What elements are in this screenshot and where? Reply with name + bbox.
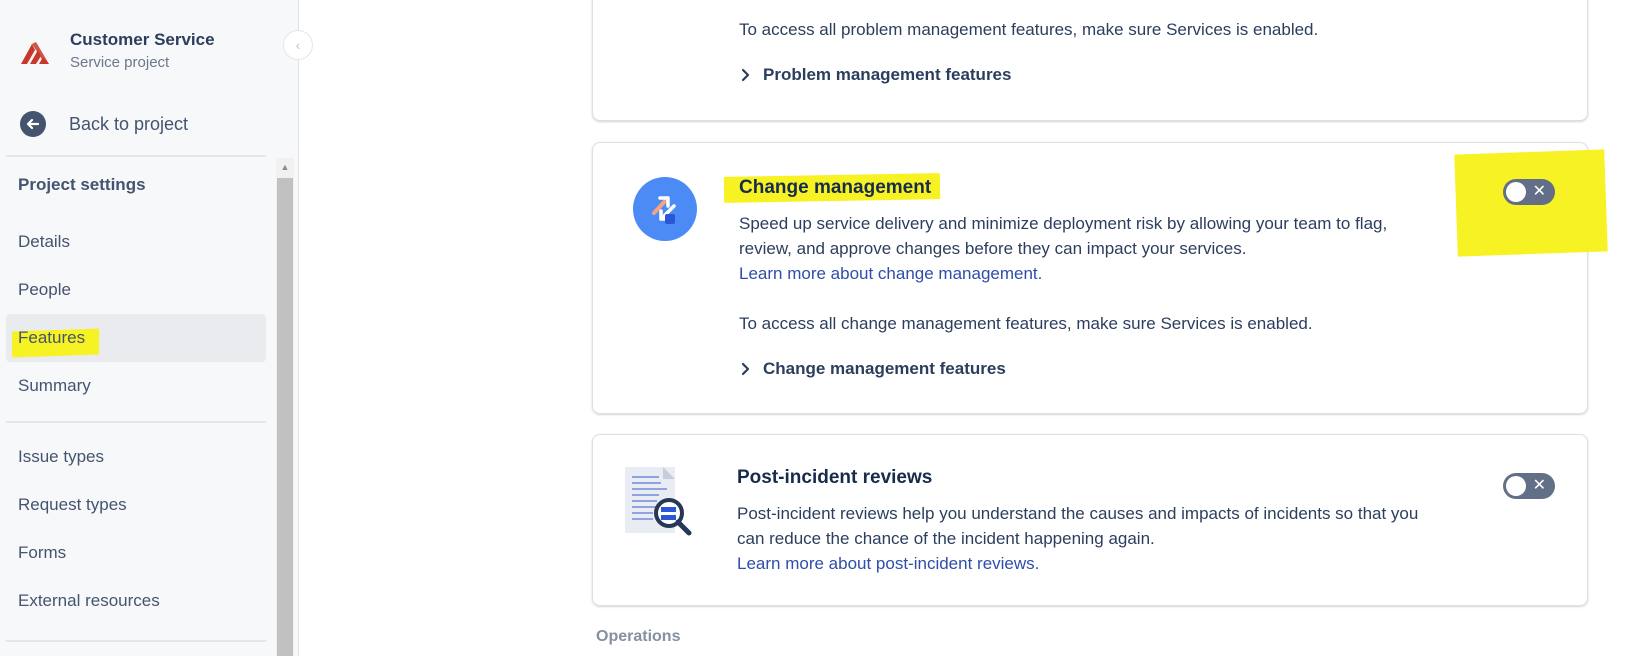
- project-logo-icon: [21, 42, 49, 64]
- post-incident-reviews-title: Post-incident reviews: [737, 467, 933, 488]
- sidebar-item-summary[interactable]: Summary: [6, 362, 266, 410]
- sidebar-item-external-resources[interactable]: External resources: [6, 577, 266, 625]
- scroll-up-arrow-icon[interactable]: ▲: [276, 158, 294, 176]
- change-access-text: To access all change management features…: [739, 314, 1313, 333]
- sidebar-divider: [6, 640, 266, 642]
- toggle-knob: [1506, 182, 1526, 202]
- close-icon: ✕: [1532, 477, 1546, 494]
- change-features-expander[interactable]: Change management features: [739, 359, 1006, 379]
- expander-label: Problem management features: [763, 65, 1012, 84]
- sidebar-item-label: People: [18, 280, 71, 299]
- sidebar-item-label: Summary: [18, 376, 91, 395]
- change-description-line1: Speed up service delivery and minimize d…: [739, 214, 1388, 233]
- sidebar-item-label: Issue types: [18, 447, 104, 466]
- close-icon: ✕: [1532, 183, 1546, 200]
- sidebar-scrollbar[interactable]: ▲: [276, 158, 294, 656]
- learn-more-change-link[interactable]: Learn more about change management.: [739, 261, 1042, 286]
- app: Customer Service Service project Back to…: [0, 0, 1642, 656]
- document-magnifier-icon: [625, 467, 692, 536]
- pir-description-line1: Post-incident reviews help you understan…: [737, 504, 1419, 523]
- sidebar-item-forms[interactable]: Forms: [6, 529, 266, 577]
- sidebar-divider: [6, 421, 266, 423]
- project-settings-heading: Project settings: [18, 175, 146, 194]
- sidebar-item-label: External resources: [18, 591, 160, 610]
- post-incident-reviews-toggle[interactable]: ✕: [1503, 473, 1555, 499]
- operations-section-heading: Operations: [596, 628, 681, 645]
- change-management-title: Change management: [739, 177, 932, 198]
- back-to-project-label: Back to project: [69, 113, 189, 134]
- sidebar-item-people[interactable]: People: [6, 266, 266, 314]
- learn-more-pir-link[interactable]: Learn more about post-incident reviews.: [737, 551, 1039, 576]
- change-arrows-icon: [633, 177, 697, 241]
- problem-management-card: To access all problem management feature…: [592, 0, 1588, 121]
- sidebar-item-request-types[interactable]: Request types: [6, 481, 266, 529]
- problem-access-text: To access all problem management feature…: [739, 20, 1319, 39]
- change-management-card: Change management Speed up service deliv…: [592, 142, 1588, 414]
- post-incident-reviews-card: Post-incident reviews Post-incident revi…: [592, 434, 1588, 606]
- toggle-knob: [1506, 476, 1526, 496]
- sidebar-item-details[interactable]: Details: [6, 218, 266, 266]
- expander-label: Change management features: [763, 359, 1006, 378]
- project-header[interactable]: Customer Service Service project: [18, 28, 215, 74]
- sidebar-item-label: Request types: [18, 495, 127, 514]
- project-name: Customer Service: [70, 30, 215, 49]
- sidebar-divider: [6, 155, 266, 157]
- change-management-toggle[interactable]: ✕: [1503, 179, 1555, 205]
- chevron-right-icon: [741, 362, 750, 376]
- sidebar-item-label: Details: [18, 232, 70, 251]
- chevron-right-icon: [741, 68, 750, 82]
- sidebar: Customer Service Service project Back to…: [0, 0, 299, 656]
- problem-features-expander[interactable]: Problem management features: [739, 65, 1011, 85]
- sidebar-item-label: Forms: [18, 543, 67, 562]
- sidebar-item-issue-types[interactable]: Issue types: [6, 433, 266, 481]
- collapse-sidebar-button[interactable]: ‹: [283, 30, 313, 60]
- arrow-left-icon: [20, 111, 46, 137]
- chevron-left-icon: ‹: [295, 37, 301, 53]
- change-description-line2: review, and approve changes before they …: [739, 239, 1247, 258]
- project-type: Service project: [70, 54, 170, 71]
- back-to-project-link[interactable]: Back to project: [20, 111, 188, 137]
- scrollbar-thumb[interactable]: [277, 178, 293, 656]
- pir-description-line2: can reduce the chance of the incident ha…: [737, 529, 1155, 548]
- sidebar-item-label: Features: [18, 328, 86, 347]
